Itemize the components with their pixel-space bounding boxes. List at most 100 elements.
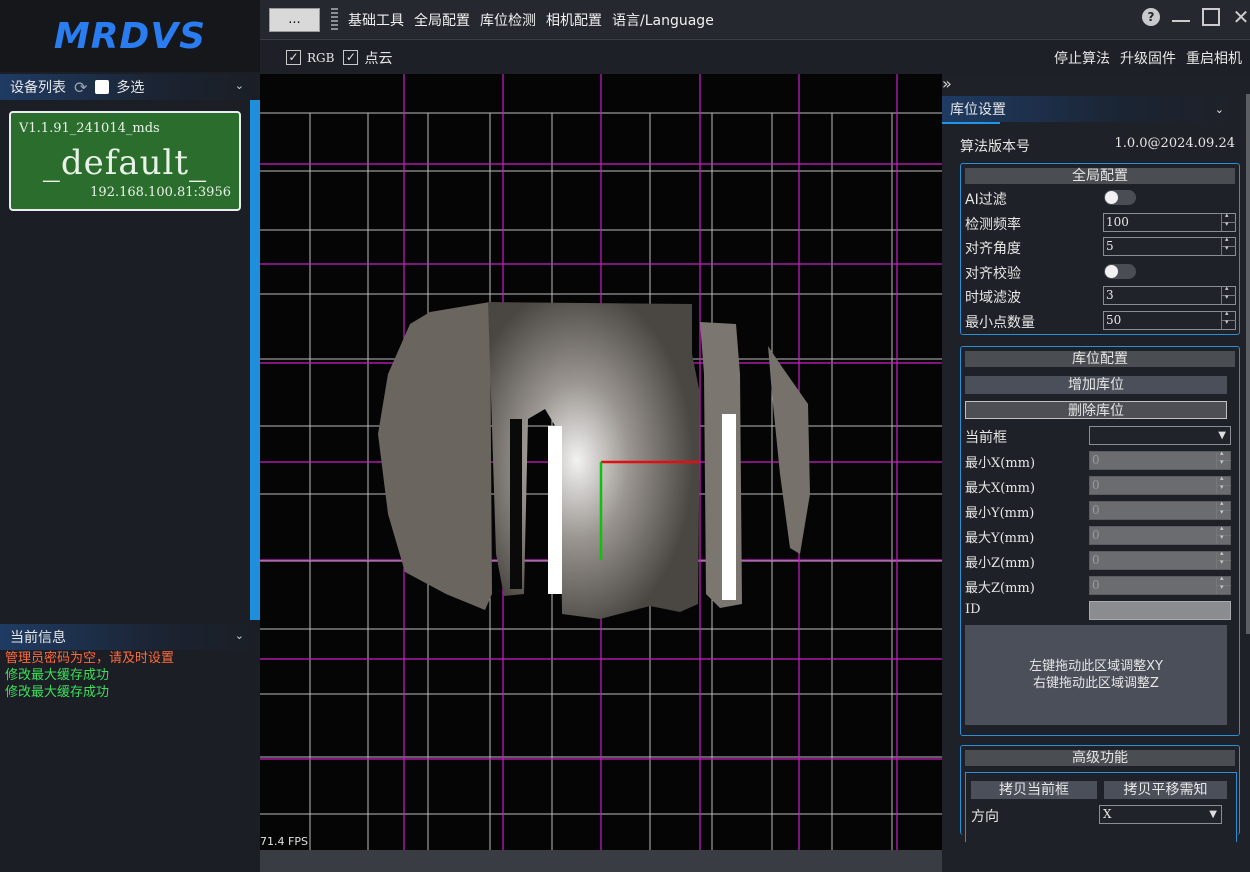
info-log: 管理员密码为空，请及时设置 修改最大缓存成功 修改最大缓存成功 xyxy=(0,650,250,701)
maximize-icon[interactable] xyxy=(1202,8,1220,26)
chevron-down-icon[interactable]: ▼ xyxy=(1209,806,1217,823)
scrollbar-thumb[interactable] xyxy=(250,100,260,620)
temporal-filter-label: 时域滤波 xyxy=(965,290,1021,306)
spin-arrows-icon[interactable] xyxy=(1221,211,1236,231)
check-icon[interactable]: ✓ xyxy=(286,50,301,65)
align-check-toggle[interactable] xyxy=(1104,264,1136,279)
slot-config-group: 库位配置 增加库位 删除库位 当前框 ▼ 最小X(mm) 0 最大X(mm) 0… xyxy=(960,346,1240,736)
temporal-filter-row: 时域滤波 3 xyxy=(965,284,1236,306)
logo: MRDVS xyxy=(0,0,260,72)
add-slot-button[interactable]: 增加库位 xyxy=(965,376,1227,394)
align-angle-label: 对齐角度 xyxy=(965,241,1021,257)
menu-global-config[interactable]: 全局配置 xyxy=(414,10,470,30)
chevron-down-icon[interactable]: ⌄ xyxy=(235,79,244,92)
min-points-spinbox[interactable]: 50 xyxy=(1103,309,1236,330)
spin-arrows-icon[interactable] xyxy=(1216,474,1231,494)
max-x-spinbox[interactable]: 0 xyxy=(1089,474,1231,495)
refresh-icon[interactable]: ⟳ xyxy=(74,78,87,97)
spin-arrows-icon[interactable] xyxy=(1216,524,1231,544)
spin-arrows-icon[interactable] xyxy=(1216,549,1231,569)
spin-arrows-icon[interactable] xyxy=(1216,574,1231,594)
min-points-value: 50 xyxy=(1106,313,1122,327)
menu-basic-tools[interactable]: 基础工具 xyxy=(348,10,404,30)
chevron-down-icon[interactable]: ⌄ xyxy=(1215,103,1224,116)
detect-freq-value: 100 xyxy=(1106,215,1129,229)
align-angle-spinbox[interactable]: 5 xyxy=(1103,235,1236,256)
algorithm-version-row: 算法版本号 1.0.0@2024.09.24 xyxy=(960,136,1235,156)
settings-scrollbar[interactable] xyxy=(1246,94,1250,634)
id-label: ID xyxy=(965,602,981,617)
device-list-header: 设备列表 ⟳ 多选 ⌄ xyxy=(0,74,260,102)
drag-adjust-area[interactable]: 左键拖动此区域调整XY 右键拖动此区域调整Z xyxy=(965,625,1227,725)
spin-arrows-icon[interactable] xyxy=(1216,499,1231,519)
spin-arrows-icon[interactable] xyxy=(1221,235,1236,255)
detect-freq-spinbox[interactable]: 100 xyxy=(1103,211,1236,232)
stop-algorithm-button[interactable]: 停止算法 xyxy=(1054,48,1110,68)
point-cloud xyxy=(378,302,810,619)
max-y-row: 最大Y(mm) 0 xyxy=(965,524,1235,546)
check-icon[interactable]: ✓ xyxy=(343,50,359,65)
menu-slot-detect[interactable]: 库位检测 xyxy=(480,10,536,30)
multi-select-checkbox[interactable] xyxy=(95,80,110,94)
id-row: ID xyxy=(965,601,1235,621)
rgb-checkbox[interactable]: ✓ RGB xyxy=(286,50,334,65)
max-z-label: 最大Z(mm) xyxy=(965,581,1035,596)
menu-camera-config[interactable]: 相机配置 xyxy=(546,10,602,30)
device-card[interactable]: V1.1.91_241014_mds _default_ 192.168.100… xyxy=(9,111,241,211)
min-x-label: 最小X(mm) xyxy=(965,456,1036,471)
menu-language[interactable]: 语言/Language xyxy=(612,10,714,30)
temporal-filter-spinbox[interactable]: 3 xyxy=(1103,284,1236,305)
global-config-group: 全局配置 AI过滤 检测频率 100 对齐角度 5 对齐校验 时域滤波 3 xyxy=(960,163,1240,335)
max-y-spinbox[interactable]: 0 xyxy=(1089,524,1231,545)
delete-slot-button[interactable]: 删除库位 xyxy=(965,401,1227,419)
spin-arrows-icon[interactable] xyxy=(1221,284,1236,304)
advanced-inner-box: 拷贝当前框 拷贝平移需知 方向 X ▼ xyxy=(965,772,1237,842)
rgb-label: RGB xyxy=(307,50,335,65)
direction-value: X xyxy=(1103,807,1112,821)
log-line: 管理员密码为空，请及时设置 xyxy=(5,651,175,666)
chevron-down-icon[interactable]: ▼ xyxy=(1218,427,1226,444)
copy-shift-button[interactable]: 拷贝平移需知 xyxy=(1104,781,1227,799)
device-list: V1.1.91_241014_mds _default_ 192.168.100… xyxy=(0,100,260,620)
pointcloud-canvas[interactable] xyxy=(260,74,942,850)
id-field[interactable] xyxy=(1089,601,1231,620)
algorithm-version-value: 1.0.0@2024.09.24 xyxy=(1114,136,1235,151)
align-check-row: 对齐校验 xyxy=(965,262,1235,282)
max-z-spinbox[interactable]: 0 xyxy=(1089,574,1231,595)
global-config-title: 全局配置 xyxy=(965,168,1235,184)
min-z-spinbox[interactable]: 0 xyxy=(1089,549,1231,570)
min-x-row: 最小X(mm) 0 xyxy=(965,449,1235,471)
min-x-spinbox[interactable]: 0 xyxy=(1089,449,1231,470)
info-header: 当前信息 ⌄ xyxy=(0,624,260,650)
direction-select[interactable]: X ▼ xyxy=(1099,805,1222,824)
drag-hint-z: 右键拖动此区域调整Z xyxy=(1033,676,1159,691)
help-icon[interactable]: ? xyxy=(1142,8,1160,26)
view-options-bar: ✓ RGB ✓ 点云 停止算法 升级固件 重启相机 xyxy=(260,41,1250,74)
align-check-label: 对齐校验 xyxy=(965,266,1021,282)
align-angle-row: 对齐角度 5 xyxy=(965,235,1236,257)
pointcloud-viewport[interactable]: 71.4 FPS xyxy=(260,74,942,850)
min-y-label: 最小Y(mm) xyxy=(965,506,1035,521)
copy-frame-button[interactable]: 拷贝当前框 xyxy=(971,781,1097,799)
device-list-scrollbar[interactable] xyxy=(250,100,260,620)
collapse-panel-icon[interactable]: » xyxy=(942,74,952,93)
max-x-row: 最大X(mm) 0 xyxy=(965,474,1235,496)
current-frame-label: 当前框 xyxy=(965,430,1007,446)
close-icon[interactable]: ✕ xyxy=(1232,7,1250,27)
chevron-down-icon[interactable]: ⌄ xyxy=(235,629,244,642)
current-frame-select[interactable]: ▼ xyxy=(1089,426,1231,445)
min-points-row: 最小点数量 50 xyxy=(965,309,1236,331)
upgrade-firmware-button[interactable]: 升级固件 xyxy=(1120,48,1176,68)
pointcloud-checkbox[interactable]: ✓ 点云 xyxy=(343,48,392,68)
minimize-icon[interactable] xyxy=(1172,12,1190,22)
max-x-label: 最大X(mm) xyxy=(965,481,1036,496)
more-button[interactable]: ... xyxy=(269,7,320,32)
min-y-spinbox[interactable]: 0 xyxy=(1089,499,1231,520)
direction-row: 方向 X ▼ xyxy=(971,805,1241,825)
restart-camera-button[interactable]: 重启相机 xyxy=(1186,48,1242,68)
toolbar-grip[interactable] xyxy=(331,7,338,32)
align-angle-value: 5 xyxy=(1106,239,1114,253)
ai-filter-toggle[interactable] xyxy=(1104,190,1136,205)
spin-arrows-icon[interactable] xyxy=(1216,449,1231,469)
spin-arrows-icon[interactable] xyxy=(1221,309,1236,329)
